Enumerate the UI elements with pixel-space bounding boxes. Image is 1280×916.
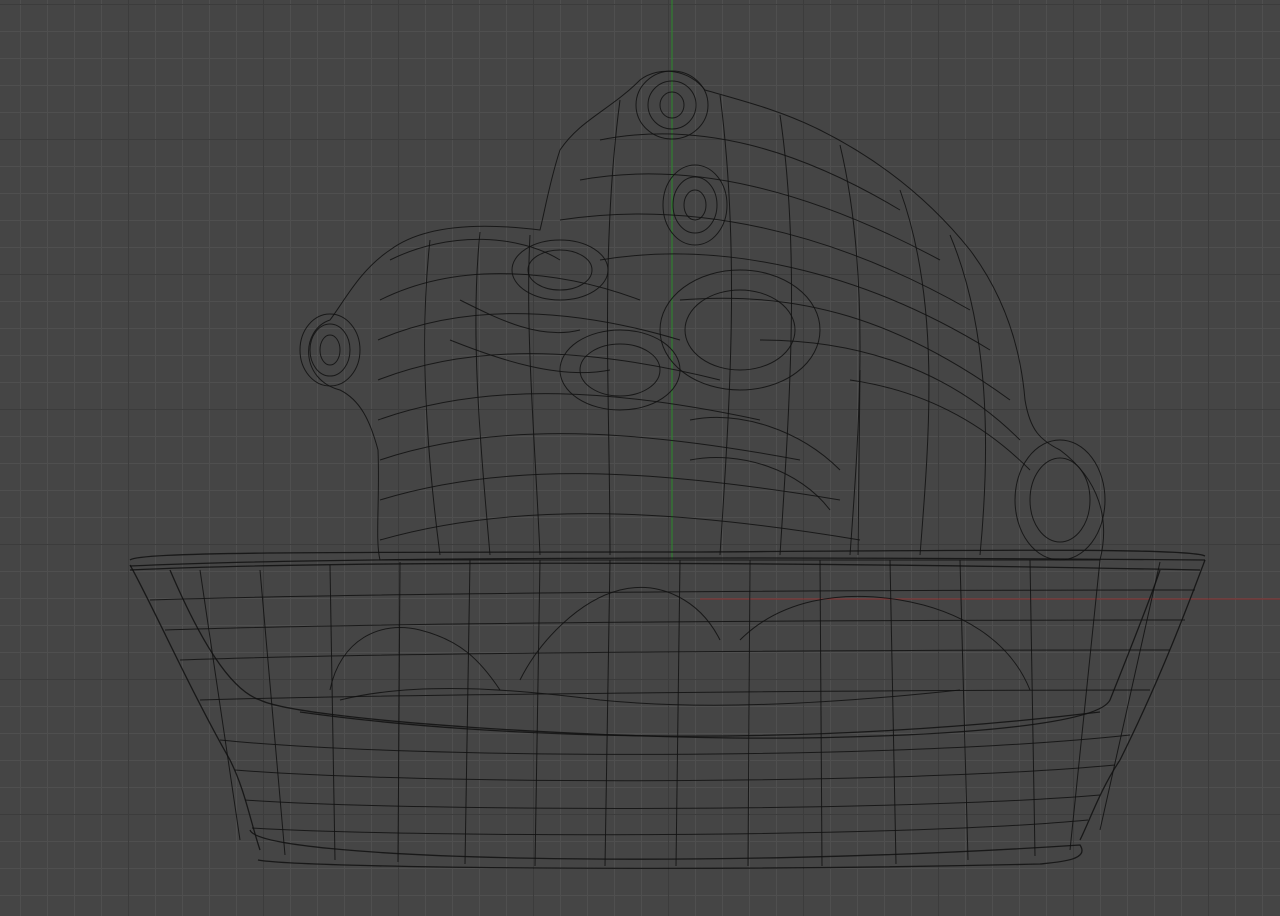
bowl-wireframe[interactable]: [129, 549, 1206, 870]
3d-viewport[interactable]: [0, 0, 1280, 916]
bowl-right-side: [1079, 559, 1206, 841]
bowl-rim-bottom: [129, 562, 1201, 571]
bowl-left-side: [129, 564, 261, 851]
figure-wireframe[interactable]: [299, 70, 1106, 561]
bowl-base: [249, 829, 1083, 870]
